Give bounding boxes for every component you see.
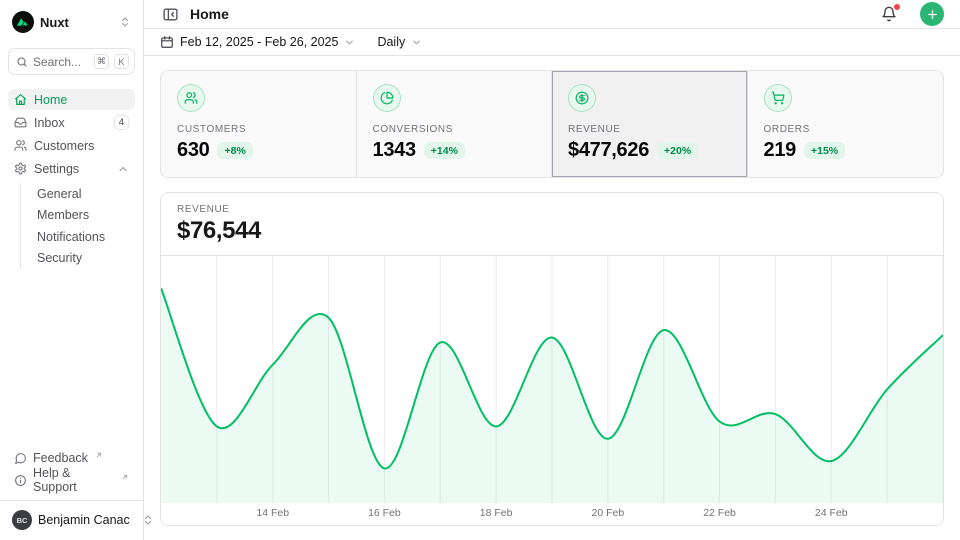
revenue-chart-svg [161,256,943,503]
sidebar-item-general[interactable]: General [33,183,135,205]
workspace-switcher[interactable]: Nuxt [8,8,135,36]
stat-label: ORDERS [764,124,928,135]
dollar-circle-icon [568,84,596,112]
sidebar-item-customers[interactable]: Customers [8,135,135,156]
page-title: Home [190,6,229,22]
chart-plot[interactable] [161,256,943,503]
help-support-label: Help & Support [33,466,114,494]
users-icon [14,139,27,152]
stats-row: CUSTOMERS 630 +8% CONVERSIONS 1343 +14% [160,70,944,178]
sidebar-item-label: Home [34,93,67,107]
stat-delta-badge: +14% [424,142,465,159]
chart-x-axis: 14 Feb 16 Feb 18 Feb 20 Feb 22 Feb 24 Feb [161,503,943,525]
kbd-meta: ⌘ [94,54,109,69]
stat-delta-badge: +15% [804,142,845,159]
avatar: BC [12,510,32,530]
inbox-count-badge: 4 [114,115,129,130]
users-icon [177,84,205,112]
settings-submenu: General Members Notifications Security [20,183,135,269]
stat-label: REVENUE [568,124,731,135]
stat-label: CUSTOMERS [177,124,340,135]
chart-header: REVENUE $76,544 [161,193,943,256]
info-circle-icon [14,474,27,487]
plus-icon [926,8,939,21]
chevrons-up-down-icon [119,16,131,28]
nuxt-logo-icon [12,11,34,33]
chart-current-value: $76,544 [177,217,927,245]
help-support-link[interactable]: Help & Support [8,470,135,490]
stat-value: $477,626 [568,139,649,162]
stat-card-customers[interactable]: CUSTOMERS 630 +8% [161,71,357,177]
stat-value: 1343 [373,139,416,162]
search-input[interactable]: Search... ⌘ K [8,48,135,75]
external-link-icon [95,451,103,459]
app: Nuxt Search... ⌘ K Home [0,0,960,540]
shopping-cart-icon [764,84,792,112]
toolbar: Feb 12, 2025 - Feb 26, 2025 Daily [144,29,960,56]
sidebar-item-settings[interactable]: Settings [8,158,135,179]
pie-chart-icon [373,84,401,112]
sidebar: Nuxt Search... ⌘ K Home [0,0,144,540]
x-tick-label: 14 Feb [256,507,289,519]
gear-icon [14,162,27,175]
inbox-icon [14,116,27,129]
feedback-label: Feedback [33,451,88,465]
x-tick-label: 16 Feb [368,507,401,519]
x-tick-label: 20 Feb [591,507,624,519]
add-button[interactable] [920,2,944,26]
sidebar-nav: Home Inbox 4 Customers Settings [8,89,135,271]
stat-delta-badge: +8% [217,142,252,159]
sidebar-item-notifications[interactable]: Notifications [33,226,135,248]
chart-title: REVENUE [177,204,927,215]
search-placeholder: Search... [33,55,89,69]
feedback-link[interactable]: Feedback [8,448,135,468]
message-bubble-icon [14,452,27,465]
top-header: Home [144,0,960,29]
sidebar-item-label: Customers [34,139,94,153]
home-icon [14,93,27,106]
period-select[interactable]: Daily [377,35,422,49]
stat-value: 630 [177,139,209,162]
period-label: Daily [377,35,405,49]
x-tick-label: 22 Feb [703,507,736,519]
x-tick-label: 24 Feb [815,507,848,519]
panel-left-icon [162,6,179,23]
sidebar-item-label: Inbox [34,116,65,130]
user-name: Benjamin Canac [38,513,130,527]
calendar-icon [160,35,174,49]
search-icon [16,56,28,68]
content: CUSTOMERS 630 +8% CONVERSIONS 1343 +14% [144,56,960,540]
main-area: Home Feb 12, 2025 - Feb [144,0,960,540]
sidebar-item-label: Settings [34,162,79,176]
external-link-icon [121,473,129,481]
chevron-down-icon [344,37,355,48]
stat-card-orders[interactable]: ORDERS 219 +15% [748,71,944,177]
date-range-picker[interactable]: Feb 12, 2025 - Feb 26, 2025 [160,35,355,49]
sidebar-footer-links: Feedback Help & Support [8,448,135,490]
stat-delta-badge: +20% [657,142,698,159]
sidebar-item-home[interactable]: Home [8,89,135,110]
stat-card-conversions[interactable]: CONVERSIONS 1343 +14% [357,71,553,177]
revenue-chart-card: REVENUE $76,544 14 Feb 16 Feb 18 Feb 20 Feb… [160,192,944,526]
stat-label: CONVERSIONS [373,124,536,135]
date-range-label: Feb 12, 2025 - Feb 26, 2025 [180,35,338,49]
sidebar-item-security[interactable]: Security [33,248,135,270]
stat-value: 219 [764,139,796,162]
notification-dot [893,3,901,11]
sidebar-item-members[interactable]: Members [33,205,135,227]
sidebar-item-inbox[interactable]: Inbox 4 [8,112,135,133]
x-tick-label: 18 Feb [480,507,513,519]
stat-card-revenue[interactable]: REVENUE $477,626 +20% [552,71,748,177]
chevron-down-icon [411,37,422,48]
workspace-name: Nuxt [40,15,69,30]
sidebar-toggle-button[interactable] [160,4,181,25]
kbd-k: K [114,54,129,69]
user-menu[interactable]: BC Benjamin Canac [8,501,135,532]
chevron-up-icon [117,163,129,175]
